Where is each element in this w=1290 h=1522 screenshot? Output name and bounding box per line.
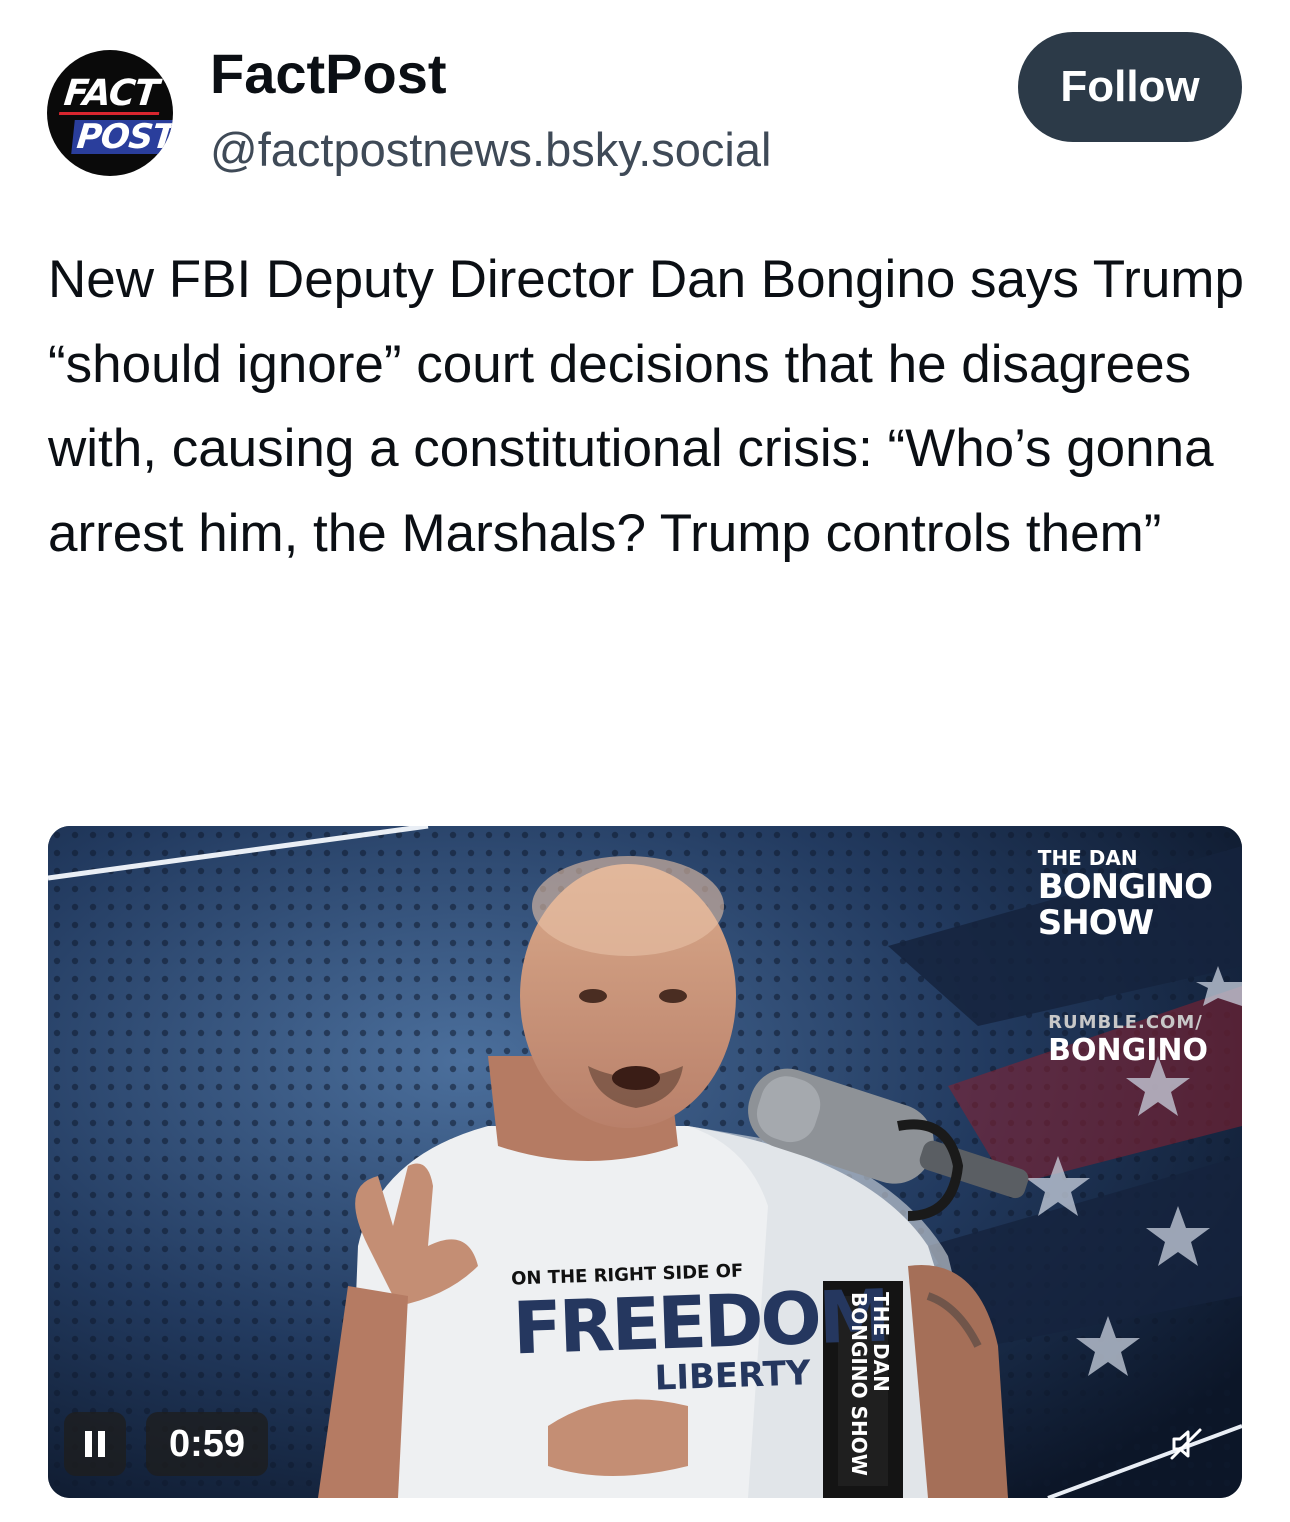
url-line-2: BONGINO <box>1048 1033 1208 1068</box>
elapsed-time: 0:59 <box>146 1412 268 1476</box>
pause-button[interactable] <box>64 1412 126 1476</box>
mic-flag-text: THE DAN BONGINO SHOW <box>847 1292 893 1476</box>
account-handle[interactable]: @factpostnews.bsky.social <box>210 120 771 180</box>
brand-line-3: SHOW <box>1037 903 1154 943</box>
brand-line-1: THE DAN <box>1037 846 1138 870</box>
video-player[interactable]: THE DAN BONGINO SHOW RUMBLE.COM/ BONGINO… <box>48 826 1242 1498</box>
video-brand-overlay: THE DAN BONGINO SHOW <box>1037 846 1213 943</box>
video-url-overlay: RUMBLE.COM/ BONGINO <box>1048 1014 1208 1066</box>
avatar-logo-text-fact: FACT <box>58 73 163 115</box>
display-name[interactable]: FactPost <box>210 40 447 108</box>
muted-speaker-icon <box>1170 1428 1202 1460</box>
post-text: New FBI Deputy Director Dan Bongino says… <box>48 250 1244 563</box>
follow-button[interactable]: Follow <box>1018 32 1242 142</box>
avatar-logo-text-post: POST <box>71 117 173 157</box>
brand-line-2: BONGINO <box>1037 867 1213 907</box>
mute-button[interactable] <box>1162 1420 1210 1468</box>
url-line-1: RUMBLE.COM/ <box>1048 1012 1203 1033</box>
avatar[interactable]: FACT POST <box>47 50 173 176</box>
pause-icon <box>85 1431 105 1457</box>
